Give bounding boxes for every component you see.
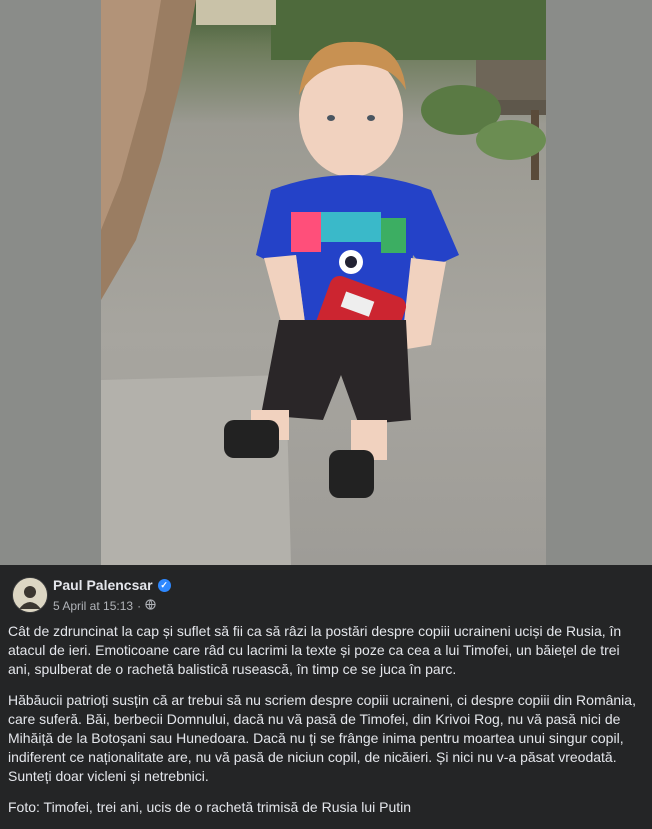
globe-icon: [145, 599, 156, 613]
avatar-image: [13, 578, 47, 612]
post-header: Paul Palencsar ✓ 5 April at 15:13 ·: [12, 575, 612, 615]
author-name[interactable]: Paul Palencsar ✓: [53, 577, 171, 593]
meta-separator: ·: [137, 599, 142, 613]
author-name-text[interactable]: Paul Palencsar: [53, 577, 153, 593]
author-avatar[interactable]: [12, 577, 48, 613]
post-text: Cât de zdruncinat la cap și suflet să fi…: [8, 622, 644, 829]
post-paragraph: Hăbăucii patrioți susțin că ar trebui să…: [8, 692, 636, 784]
verified-badge-icon: ✓: [157, 578, 171, 592]
post-paragraph: Foto: Timofei, trei ani, ucis de o rache…: [8, 799, 412, 815]
photo-illustration: [101, 0, 546, 565]
post-content: Paul Palencsar ✓ 5 April at 15:13 · Cât …: [0, 565, 652, 820]
photo-container[interactable]: [0, 0, 652, 565]
post-meta: 5 April at 15:13 ·: [53, 599, 156, 613]
post-timestamp[interactable]: 5 April at 15:13: [53, 599, 133, 613]
post-photo[interactable]: [101, 0, 546, 565]
post-paragraph: Cât de zdruncinat la cap și suflet să fi…: [8, 623, 622, 677]
